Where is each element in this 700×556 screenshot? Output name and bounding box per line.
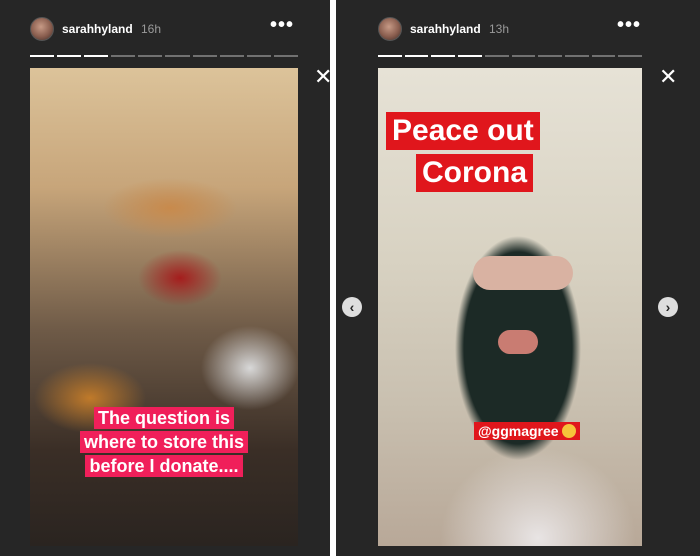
caption-line: where to store this xyxy=(79,431,249,453)
story-caption: The question is where to store this befo… xyxy=(30,406,298,478)
progress-segment xyxy=(458,55,482,57)
next-story-button[interactable]: › xyxy=(658,297,678,317)
progress-segment xyxy=(431,55,456,57)
laughing-face-emoji-icon xyxy=(561,424,576,438)
progress-segment xyxy=(404,55,429,57)
progress-segment xyxy=(246,55,271,57)
caption-line: The question is xyxy=(93,407,234,429)
story-image[interactable]: The question is where to store this befo… xyxy=(30,68,298,546)
progress-segment xyxy=(538,55,562,57)
story-headline: Peace out Corona xyxy=(378,110,642,194)
avatar[interactable] xyxy=(378,17,402,41)
more-options-button[interactable]: ••• xyxy=(270,14,294,37)
more-options-button[interactable]: ••• xyxy=(617,14,641,37)
story-progress-bar xyxy=(30,55,298,57)
progress-segment xyxy=(84,55,109,57)
progress-segment xyxy=(57,55,82,57)
mask-mouth-opening xyxy=(498,330,538,354)
progress-segment xyxy=(219,55,244,57)
mask-eye-opening xyxy=(473,256,573,290)
caption-line: before I donate.... xyxy=(85,455,243,477)
progress-segment xyxy=(111,55,136,57)
progress-segment xyxy=(484,55,509,57)
progress-segment xyxy=(618,55,643,57)
story-panel-right: ✕ sarahhyland 13h ••• Peace out Corona @… xyxy=(314,0,700,556)
mention-tag[interactable]: @ggmagree xyxy=(474,422,580,440)
headline-line: Corona xyxy=(416,154,533,192)
progress-segment xyxy=(564,55,589,57)
story-progress-bar xyxy=(378,55,643,57)
progress-segment xyxy=(511,55,536,57)
username[interactable]: sarahhyland xyxy=(410,22,481,36)
close-icon[interactable]: ✕ xyxy=(659,66,677,88)
username[interactable]: sarahhyland xyxy=(62,22,133,36)
progress-segment xyxy=(165,55,190,57)
close-icon[interactable]: ✕ xyxy=(314,66,332,88)
progress-segment xyxy=(273,55,298,57)
avatar[interactable] xyxy=(30,17,54,41)
previous-story-button[interactable]: ‹ xyxy=(342,297,362,317)
progress-segment xyxy=(192,55,217,57)
headline-line: Peace out xyxy=(386,112,540,150)
story-time: 13h xyxy=(489,22,510,36)
progress-segment xyxy=(138,55,163,57)
story-panel-left: sarahhyland 16h ••• The question is wher… xyxy=(0,0,330,556)
progress-segment xyxy=(591,55,616,57)
story-time: 16h xyxy=(141,22,162,36)
progress-segment xyxy=(378,55,402,57)
mention-handle: @ggmagree xyxy=(478,423,559,439)
progress-segment xyxy=(30,55,55,57)
story-image[interactable]: Peace out Corona @ggmagree xyxy=(378,68,642,546)
